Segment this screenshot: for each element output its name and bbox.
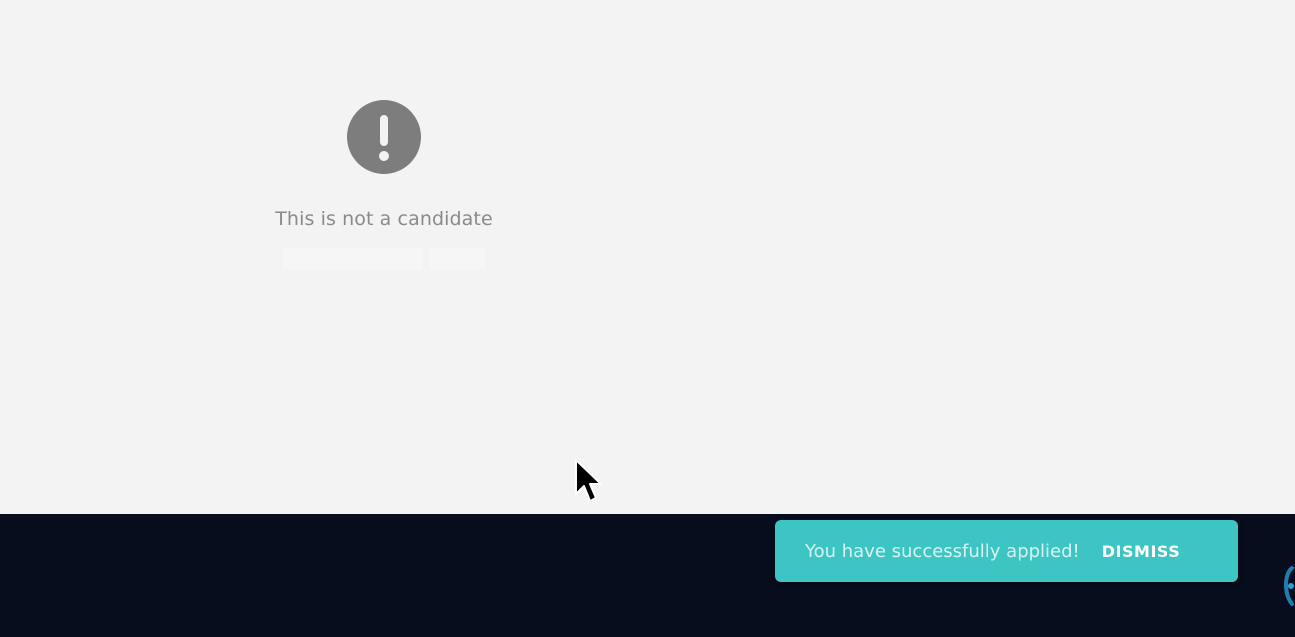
partial-widget-icon [1284, 566, 1294, 606]
exclamation-circle-icon [347, 100, 421, 174]
toast-message: You have successfully applied! [805, 540, 1080, 562]
success-toast: You have successfully applied! DISMISS [775, 520, 1238, 582]
dismiss-button[interactable]: DISMISS [1102, 542, 1180, 561]
faded-placeholder [279, 248, 489, 270]
notice-message: This is not a candidate [275, 208, 493, 230]
empty-state-notice: This is not a candidate [268, 100, 500, 270]
page: This is not a candidate You have success… [0, 0, 1295, 637]
mouse-cursor-icon [575, 459, 602, 502]
main-content: This is not a candidate [0, 0, 1295, 514]
